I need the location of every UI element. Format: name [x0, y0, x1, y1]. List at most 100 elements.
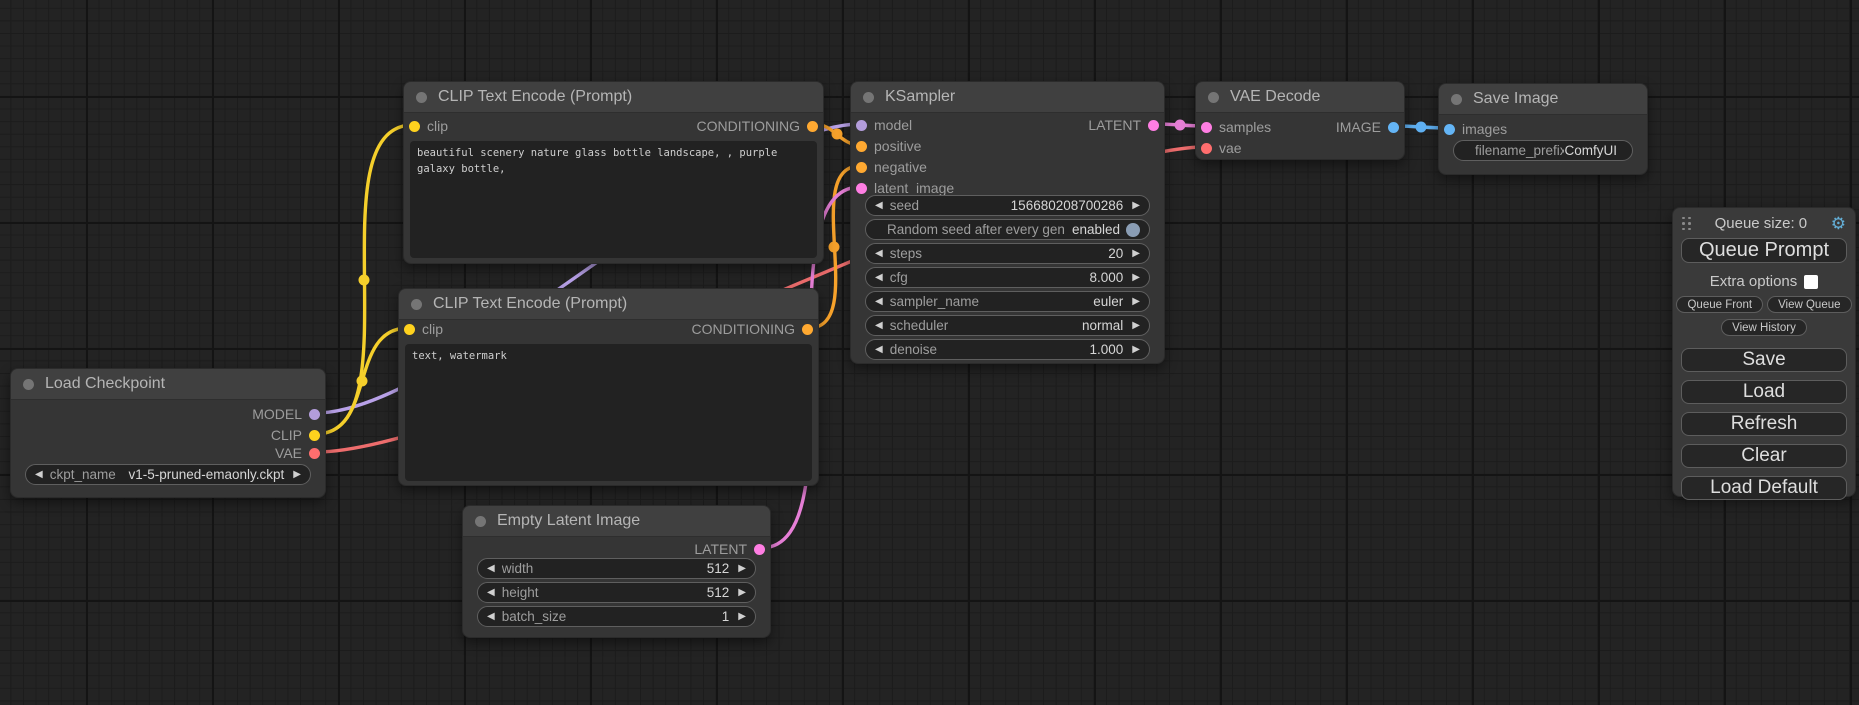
view-queue-button[interactable]: View Queue — [1767, 296, 1851, 313]
conditioning-port-icon[interactable] — [856, 141, 867, 152]
decrement-arrow-icon[interactable]: ◀ — [875, 297, 883, 307]
collapse-dot-icon[interactable] — [23, 379, 34, 390]
decrement-arrow-icon[interactable]: ◀ — [875, 345, 883, 355]
decrement-arrow-icon[interactable]: ◀ — [875, 273, 883, 283]
increment-arrow-icon[interactable]: ▶ — [1132, 201, 1140, 211]
extra-options-checkbox[interactable] — [1804, 275, 1818, 289]
height-widget[interactable]: ◀ height 512 ▶ — [477, 582, 756, 603]
graph-canvas[interactable]: Load Checkpoint MODEL CLIP VAE ◀ ckpt_na… — [0, 0, 1859, 705]
image-port-icon[interactable] — [1388, 122, 1399, 133]
output-conditioning[interactable]: CONDITIONING — [697, 118, 818, 134]
increment-arrow-icon[interactable]: ▶ — [1132, 273, 1140, 283]
queue-front-button[interactable]: Queue Front — [1676, 296, 1763, 313]
increment-arrow-icon[interactable]: ▶ — [293, 470, 301, 480]
node-title-bar[interactable]: VAE Decode — [1196, 82, 1404, 113]
input-latent-image[interactable]: latent_image — [856, 180, 954, 196]
decrement-arrow-icon[interactable]: ◀ — [875, 201, 883, 211]
clip-port-icon[interactable] — [404, 324, 415, 335]
latent-port-icon[interactable] — [1201, 122, 1212, 133]
clear-button[interactable]: Clear — [1681, 444, 1847, 468]
node-load-checkpoint[interactable]: Load Checkpoint MODEL CLIP VAE ◀ ckpt_na… — [10, 368, 326, 498]
node-title-bar[interactable]: CLIP Text Encode (Prompt) — [404, 82, 823, 113]
load-button[interactable]: Load — [1681, 380, 1847, 404]
input-samples[interactable]: samples — [1201, 119, 1271, 135]
node-ksampler[interactable]: KSampler model positive negative latent_… — [850, 81, 1165, 364]
latent-port-icon[interactable] — [1148, 120, 1159, 131]
decrement-arrow-icon[interactable]: ◀ — [487, 612, 495, 622]
node-clip-text-encode-negative[interactable]: CLIP Text Encode (Prompt) clip CONDITION… — [398, 288, 819, 486]
load-default-button[interactable]: Load Default — [1681, 476, 1847, 500]
output-clip[interactable]: CLIP — [271, 427, 320, 443]
scheduler-widget[interactable]: ◀ scheduler normal ▶ — [865, 315, 1150, 336]
sampler-name-widget[interactable]: ◀ sampler_name euler ▶ — [865, 291, 1150, 312]
output-latent[interactable]: LATENT — [1088, 117, 1159, 133]
filename-prefix-widget[interactable]: filename_prefix ComfyUI — [1453, 140, 1633, 161]
image-port-icon[interactable] — [1444, 124, 1455, 135]
input-model[interactable]: model — [856, 117, 912, 133]
input-clip[interactable]: clip — [409, 118, 448, 134]
input-positive[interactable]: positive — [856, 138, 921, 154]
seed-widget[interactable]: ◀ seed 156680208700286 ▶ — [865, 195, 1150, 216]
collapse-dot-icon[interactable] — [863, 92, 874, 103]
collapse-dot-icon[interactable] — [1208, 92, 1219, 103]
ckpt-name-widget[interactable]: ◀ ckpt_name v1-5-pruned-emaonly.ckpt ▶ — [25, 464, 311, 485]
collapse-dot-icon[interactable] — [411, 299, 422, 310]
increment-arrow-icon[interactable]: ▶ — [1132, 345, 1140, 355]
collapse-dot-icon[interactable] — [475, 516, 486, 527]
decrement-arrow-icon[interactable]: ◀ — [875, 321, 883, 331]
node-title-bar[interactable]: Save Image — [1439, 84, 1647, 115]
node-clip-text-encode-positive[interactable]: CLIP Text Encode (Prompt) clip CONDITION… — [403, 81, 824, 264]
node-title-bar[interactable]: CLIP Text Encode (Prompt) — [399, 289, 818, 320]
model-port-icon[interactable] — [309, 409, 320, 420]
node-title-bar[interactable]: KSampler — [851, 82, 1164, 113]
increment-arrow-icon[interactable]: ▶ — [1132, 321, 1140, 331]
random-seed-toggle-widget[interactable]: Random seed after every gen enabled — [865, 219, 1150, 240]
clip-port-icon[interactable] — [309, 430, 320, 441]
input-images[interactable]: images — [1444, 121, 1507, 137]
gear-icon[interactable]: ⚙ — [1831, 215, 1846, 232]
collapse-dot-icon[interactable] — [416, 92, 427, 103]
output-image[interactable]: IMAGE — [1336, 119, 1399, 135]
queue-prompt-button[interactable]: Queue Prompt — [1681, 238, 1847, 263]
clip-port-icon[interactable] — [409, 121, 420, 132]
batch-size-widget[interactable]: ◀ batch_size 1 ▶ — [477, 606, 756, 627]
decrement-arrow-icon[interactable]: ◀ — [487, 588, 495, 598]
width-widget[interactable]: ◀ width 512 ▶ — [477, 558, 756, 579]
view-history-button[interactable]: View History — [1721, 319, 1807, 336]
node-empty-latent-image[interactable]: Empty Latent Image LATENT ◀ width 512 ▶ … — [462, 505, 771, 638]
denoise-widget[interactable]: ◀ denoise 1.000 ▶ — [865, 339, 1150, 360]
node-vae-decode[interactable]: VAE Decode samples vae IMAGE — [1195, 81, 1405, 160]
conditioning-port-icon[interactable] — [807, 121, 818, 132]
increment-arrow-icon[interactable]: ▶ — [738, 564, 746, 574]
input-clip[interactable]: clip — [404, 321, 443, 337]
increment-arrow-icon[interactable]: ▶ — [1132, 297, 1140, 307]
latent-port-icon[interactable] — [856, 183, 867, 194]
increment-arrow-icon[interactable]: ▶ — [738, 612, 746, 622]
decrement-arrow-icon[interactable]: ◀ — [487, 564, 495, 574]
vae-port-icon[interactable] — [1201, 143, 1212, 154]
output-latent[interactable]: LATENT — [694, 541, 765, 557]
node-save-image[interactable]: Save Image images filename_prefix ComfyU… — [1438, 83, 1648, 175]
node-title-bar[interactable]: Load Checkpoint — [11, 369, 325, 400]
vae-port-icon[interactable] — [309, 448, 320, 459]
increment-arrow-icon[interactable]: ▶ — [1132, 249, 1140, 259]
input-vae[interactable]: vae — [1201, 140, 1242, 156]
conditioning-port-icon[interactable] — [802, 324, 813, 335]
decrement-arrow-icon[interactable]: ◀ — [875, 249, 883, 259]
increment-arrow-icon[interactable]: ▶ — [738, 588, 746, 598]
negative-prompt-textarea[interactable]: text, watermark — [405, 344, 812, 481]
output-conditioning[interactable]: CONDITIONING — [692, 321, 813, 337]
decrement-arrow-icon[interactable]: ◀ — [35, 470, 43, 480]
drag-handle-icon[interactable] — [1682, 217, 1691, 231]
input-negative[interactable]: negative — [856, 159, 927, 175]
toggle-on-icon[interactable] — [1126, 223, 1140, 237]
model-port-icon[interactable] — [856, 120, 867, 131]
latent-port-icon[interactable] — [754, 544, 765, 555]
steps-widget[interactable]: ◀ steps 20 ▶ — [865, 243, 1150, 264]
positive-prompt-textarea[interactable]: beautiful scenery nature glass bottle la… — [410, 141, 817, 258]
save-button[interactable]: Save — [1681, 348, 1847, 372]
refresh-button[interactable]: Refresh — [1681, 412, 1847, 436]
collapse-dot-icon[interactable] — [1451, 94, 1462, 105]
cfg-widget[interactable]: ◀ cfg 8.000 ▶ — [865, 267, 1150, 288]
node-title-bar[interactable]: Empty Latent Image — [463, 506, 770, 537]
